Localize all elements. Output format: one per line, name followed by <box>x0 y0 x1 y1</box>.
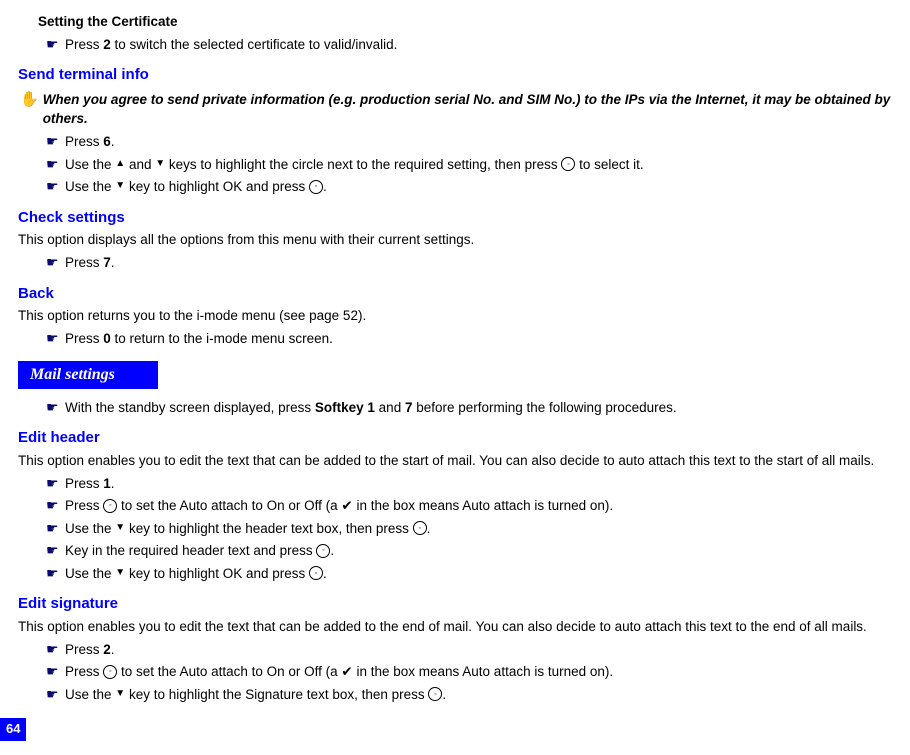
step-text: Press 7. <box>65 253 892 273</box>
step-text: Use the ▼ key to highlight the header te… <box>65 519 892 539</box>
step-item: ☛ Press 2 to switch the selected certifi… <box>46 35 892 55</box>
step-item: ☛ Use the ▲ and ▼ keys to highlight the … <box>46 155 892 175</box>
pointing-hand-icon: ☛ <box>46 474 62 492</box>
step-text: Press 6. <box>65 132 892 152</box>
step-item: ☛ Use the ▼ key to highlight the header … <box>46 519 892 539</box>
ok-button-icon: ◦ <box>428 687 442 701</box>
pointing-hand-icon: ☛ <box>46 541 62 559</box>
step-item: ☛ Press 0 to return to the i-mode menu s… <box>46 329 892 349</box>
edit-header-heading: Edit header <box>18 427 892 449</box>
pointing-hand-icon: ☛ <box>46 177 62 195</box>
pointing-hand-icon: ☛ <box>46 35 62 53</box>
ok-button-icon: ◦ <box>413 521 427 535</box>
step-text: With the standby screen displayed, press… <box>65 398 892 418</box>
note-text: When you agree to send private informati… <box>43 90 892 129</box>
edit-header-desc: This option enables you to edit the text… <box>18 451 892 471</box>
checkmark-icon: ✔ <box>341 498 352 513</box>
step-text: Press 1. <box>65 474 892 494</box>
step-item: ☛ Press ◦ to set the Auto attach to On o… <box>46 662 892 682</box>
up-arrow-icon: ▲ <box>115 157 125 172</box>
pointing-hand-icon: ☛ <box>46 496 62 514</box>
ok-button-icon: ◦ <box>103 665 117 679</box>
step-item: ☛ Key in the required header text and pr… <box>46 541 892 561</box>
pointing-hand-icon: ☛ <box>46 564 62 582</box>
pointing-hand-icon: ☛ <box>46 155 62 173</box>
step-text: Press 2. <box>65 640 892 660</box>
down-arrow-icon: ▼ <box>115 179 125 194</box>
ok-button-icon: ◦ <box>309 180 323 194</box>
step-text: Key in the required header text and pres… <box>65 541 892 561</box>
ok-button-icon: ◦ <box>309 566 323 580</box>
stop-hand-icon: ✋ <box>20 90 39 110</box>
checkmark-icon: ✔ <box>341 664 352 679</box>
pointing-hand-icon: ☛ <box>46 640 62 658</box>
step-text: Press 2 to switch the selected certifica… <box>65 35 892 55</box>
ok-button-icon: ◦ <box>316 544 330 558</box>
step-text: Use the ▼ key to highlight OK and press … <box>65 564 892 584</box>
back-heading: Back <box>18 283 892 305</box>
edit-signature-desc: This option enables you to edit the text… <box>18 617 892 637</box>
send-terminal-info-heading: Send terminal info <box>18 64 892 86</box>
step-item: ☛ With the standby screen displayed, pre… <box>46 398 892 418</box>
page-number: 64 <box>0 718 26 741</box>
step-item: ☛ Use the ▼ key to highlight OK and pres… <box>46 564 892 584</box>
step-text: Use the ▲ and ▼ keys to highlight the ci… <box>65 155 892 175</box>
mail-settings-ribbon: Mail settings <box>18 361 158 388</box>
pointing-hand-icon: ☛ <box>46 329 62 347</box>
check-settings-desc: This option displays all the options fro… <box>18 230 892 250</box>
edit-signature-heading: Edit signature <box>18 593 892 615</box>
pointing-hand-icon: ☛ <box>46 685 62 703</box>
pointing-hand-icon: ☛ <box>46 662 62 680</box>
step-item: ☛ Press 6. <box>46 132 892 152</box>
step-text: Press 0 to return to the i-mode menu scr… <box>65 329 892 349</box>
step-item: ☛ Press 1. <box>46 474 892 494</box>
step-text: Use the ▼ key to highlight OK and press … <box>65 177 892 197</box>
step-item: ☛ Press 2. <box>46 640 892 660</box>
step-text: Press ◦ to set the Auto attach to On or … <box>65 662 892 682</box>
step-item: ☛ Press 7. <box>46 253 892 273</box>
check-settings-heading: Check settings <box>18 207 892 229</box>
step-item: ☛ Use the ▼ key to highlight the Signatu… <box>46 685 892 705</box>
down-arrow-icon: ▼ <box>115 521 125 536</box>
pointing-hand-icon: ☛ <box>46 398 62 416</box>
page-footer: 64 <box>0 718 910 741</box>
back-desc: This option returns you to the i-mode me… <box>18 306 892 326</box>
ok-button-icon: ◦ <box>103 499 117 513</box>
step-text: Use the ▼ key to highlight the Signature… <box>65 685 892 705</box>
step-item: ☛ Press ◦ to set the Auto attach to On o… <box>46 496 892 516</box>
step-text: Press ◦ to set the Auto attach to On or … <box>65 496 892 516</box>
note-row: ✋ When you agree to send private informa… <box>20 90 892 129</box>
setting-certificate-heading: Setting the Certificate <box>38 12 892 32</box>
down-arrow-icon: ▼ <box>115 566 125 581</box>
pointing-hand-icon: ☛ <box>46 519 62 537</box>
pointing-hand-icon: ☛ <box>46 132 62 150</box>
down-arrow-icon: ▼ <box>155 157 165 172</box>
step-item: ☛ Use the ▼ key to highlight OK and pres… <box>46 177 892 197</box>
pointing-hand-icon: ☛ <box>46 253 62 271</box>
ok-button-icon: ◦ <box>561 157 575 171</box>
down-arrow-icon: ▼ <box>115 687 125 702</box>
